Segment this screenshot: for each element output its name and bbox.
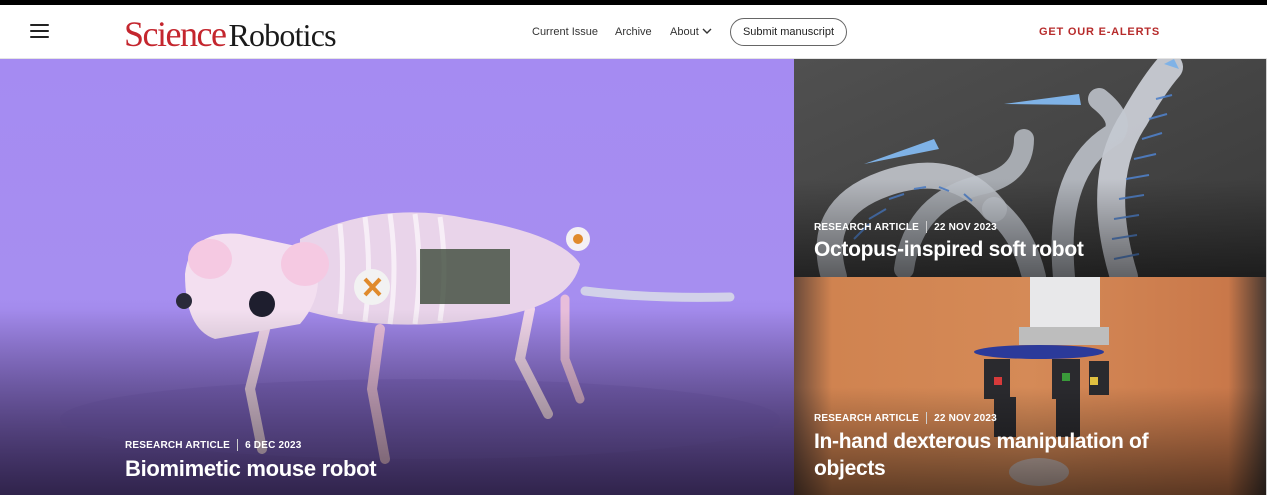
article-type-label: RESEARCH ARTICLE (814, 221, 920, 233)
meta-divider (926, 412, 928, 424)
nav-current-issue[interactable]: Current Issue (532, 25, 598, 39)
nav-archive[interactable]: Archive (615, 25, 652, 39)
get-e-alerts-link[interactable]: GET OUR E-ALERTS (1039, 25, 1160, 39)
submit-manuscript-button[interactable]: Submit manuscript (730, 18, 847, 46)
nav-about-label: About (670, 26, 699, 38)
nav-about[interactable]: About (670, 25, 712, 39)
feature-card-mouse-robot[interactable]: RESEARCH ARTICLE 6 DEC 2023 Biomimetic m… (0, 59, 794, 495)
mouse-article-title[interactable]: Biomimetic mouse robot (125, 455, 377, 483)
mouse-article-meta: RESEARCH ARTICLE 6 DEC 2023 (125, 439, 302, 451)
octopus-article-meta: RESEARCH ARTICLE 22 NOV 2023 (814, 221, 997, 233)
feature-card-dexterous-manipulation[interactable]: RESEARCH ARTICLE 22 NOV 2023 In-hand dex… (794, 277, 1266, 495)
octopus-article-title[interactable]: Octopus-inspired soft robot (814, 237, 1084, 263)
article-type-label: RESEARCH ARTICLE (814, 412, 920, 424)
manipulation-article-title[interactable]: In-hand dexterous manipulation of object… (814, 428, 1214, 482)
logo-robotics-text: Robotics (228, 17, 336, 53)
article-date: 6 DEC 2023 (245, 439, 302, 451)
meta-divider (926, 221, 928, 233)
site-header: Science Robotics Current Issue Archive A… (0, 5, 1267, 59)
article-type-label: RESEARCH ARTICLE (125, 439, 231, 451)
meta-divider (237, 439, 239, 451)
site-logo[interactable]: Science Robotics (124, 14, 337, 54)
hamburger-menu-icon[interactable] (28, 20, 52, 42)
feature-card-octopus-robot[interactable]: RESEARCH ARTICLE 22 NOV 2023 Octopus-ins… (794, 59, 1266, 277)
chevron-down-icon (702, 28, 712, 34)
manipulation-article-meta: RESEARCH ARTICLE 22 NOV 2023 (814, 412, 997, 424)
logo-science-text: Science (124, 14, 227, 54)
article-date: 22 NOV 2023 (934, 412, 997, 424)
article-date: 22 NOV 2023 (934, 221, 997, 233)
mouse-robot-image (0, 59, 794, 495)
